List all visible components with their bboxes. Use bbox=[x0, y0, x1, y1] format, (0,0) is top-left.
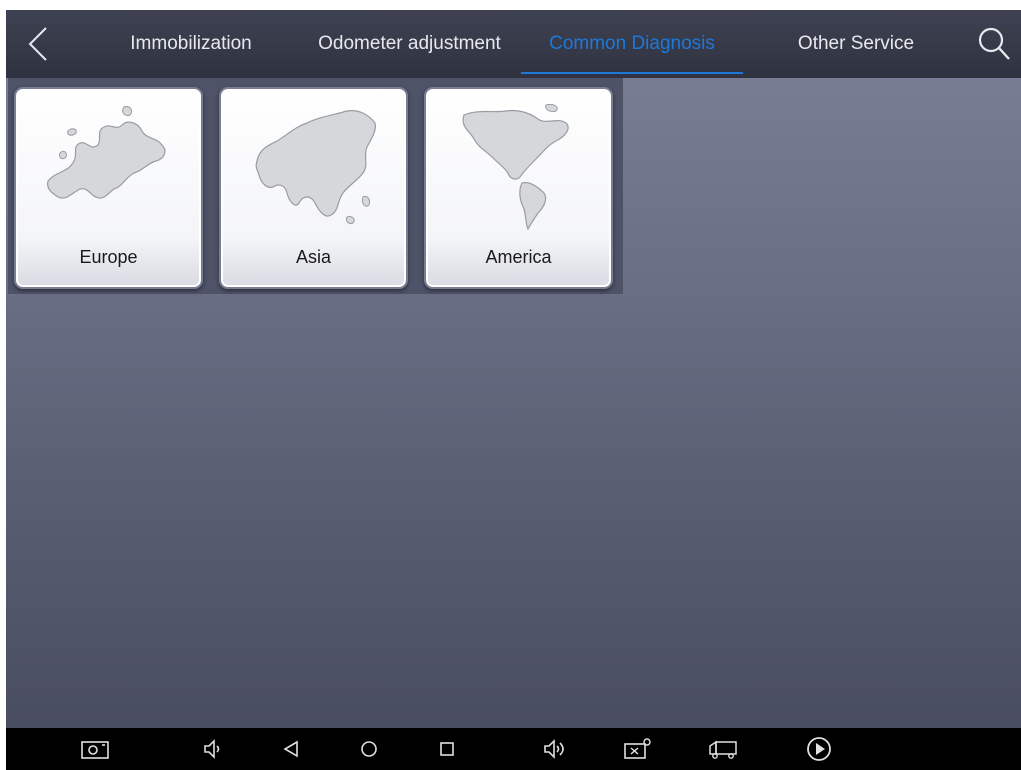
region-label: Asia bbox=[295, 247, 331, 267]
tab-odometer-adjustment[interactable]: Odometer adjustment bbox=[302, 10, 517, 78]
system-nav-bar bbox=[6, 728, 1021, 770]
volume-down-icon bbox=[204, 739, 220, 759]
search-icon bbox=[978, 27, 1010, 60]
tab-label: Other Service bbox=[797, 33, 915, 54]
asia-map-icon bbox=[255, 110, 376, 224]
back-triangle-icon bbox=[283, 740, 298, 758]
play-icon bbox=[807, 737, 831, 761]
region-tile-america[interactable]: America bbox=[424, 87, 613, 289]
region-tile-asia[interactable]: Asia bbox=[219, 87, 408, 289]
volume-up-icon bbox=[544, 739, 564, 759]
tab-immobilization[interactable]: Immobilization bbox=[106, 10, 276, 78]
region-cell-america: America bbox=[418, 78, 623, 294]
truck-icon bbox=[709, 740, 737, 759]
region-cell-europe: Europe bbox=[8, 78, 213, 294]
back-nav-button[interactable] bbox=[274, 734, 308, 764]
region-label: Europe bbox=[79, 247, 138, 267]
recents-square-icon bbox=[440, 742, 454, 756]
screenshot-button[interactable] bbox=[78, 734, 112, 764]
region-tile-europe[interactable]: Europe bbox=[14, 87, 203, 289]
volume-down-button[interactable] bbox=[196, 734, 230, 764]
tab-label: Odometer adjustment bbox=[318, 33, 501, 54]
region-cell-asia: Asia bbox=[213, 78, 418, 294]
home-circle-icon bbox=[361, 741, 377, 757]
tab-label: Immobilization bbox=[130, 33, 252, 54]
tab-other-service[interactable]: Other Service bbox=[776, 10, 936, 78]
tab-bar: Immobilization Odometer adjustment Commo… bbox=[6, 10, 1021, 78]
search-button[interactable] bbox=[974, 22, 1014, 66]
region-label: America bbox=[485, 247, 552, 267]
volume-up-button[interactable] bbox=[538, 734, 572, 764]
screenshot-icon bbox=[81, 741, 109, 759]
tab-common-diagnosis[interactable]: Common Diagnosis bbox=[521, 10, 743, 78]
play-button[interactable] bbox=[802, 734, 836, 764]
truck-mode-button[interactable] bbox=[706, 734, 740, 764]
chevron-left-icon bbox=[28, 27, 47, 61]
recents-button[interactable] bbox=[430, 734, 464, 764]
vci-connection-button[interactable] bbox=[620, 734, 654, 764]
america-map-icon bbox=[462, 104, 569, 231]
back-button[interactable] bbox=[18, 22, 58, 66]
europe-map-icon bbox=[47, 106, 166, 199]
tab-label: Common Diagnosis bbox=[549, 33, 715, 54]
vci-connection-icon bbox=[624, 738, 651, 759]
active-tab-indicator bbox=[521, 72, 743, 74]
home-button[interactable] bbox=[352, 734, 386, 764]
app-screen: Immobilization Odometer adjustment Commo… bbox=[6, 10, 1021, 770]
